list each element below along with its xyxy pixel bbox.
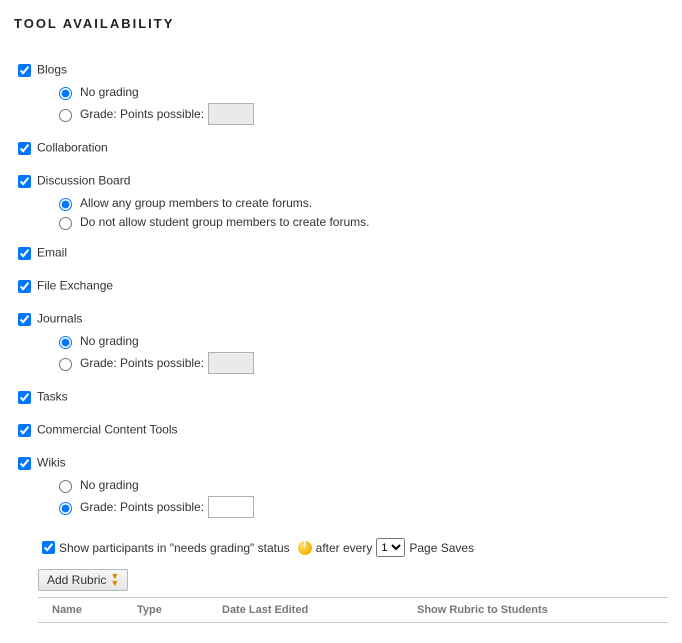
rubric-table-header: Name Type Date Last Edited Show Rubric t…	[38, 602, 668, 622]
tool-checkbox-file_exchange[interactable]	[18, 280, 31, 293]
tool-label-commercial_content_tools: Commercial Content Tools	[37, 423, 178, 437]
tool-label-discussion_board: Discussion Board	[37, 174, 130, 188]
tool-checkbox-wikis[interactable]	[18, 457, 31, 470]
forum-options-discussion_board: Allow any group members to create forums…	[54, 195, 668, 230]
col-date-header: Date Last Edited	[222, 604, 417, 616]
points-input-journals	[208, 352, 254, 374]
tool-checkbox-blogs[interactable]	[18, 64, 31, 77]
tool-row-email: Email	[14, 244, 668, 263]
tool-row-collaboration: Collaboration	[14, 139, 668, 158]
no-grading-label-journals: No grading	[80, 334, 139, 348]
points-input-wikis[interactable]	[208, 496, 254, 518]
tool-checkbox-email[interactable]	[18, 247, 31, 260]
tool-label-tasks: Tasks	[37, 390, 68, 404]
tool-row-tasks: Tasks	[14, 388, 668, 407]
divider	[38, 597, 668, 598]
grade-points-radio-blogs[interactable]	[59, 109, 72, 122]
tool-checkbox-discussion_board[interactable]	[18, 175, 31, 188]
add-rubric-button[interactable]: Add Rubric ▼▼	[38, 569, 128, 591]
points-input-blogs	[208, 103, 254, 125]
tool-label-email: Email	[37, 246, 67, 260]
tool-checkbox-collaboration[interactable]	[18, 142, 31, 155]
needs-grading-text-tail: Page Saves	[409, 541, 474, 555]
tool-label-blogs: Blogs	[37, 63, 67, 77]
tool-row-wikis: Wikis	[14, 454, 668, 473]
forum-allow-radio[interactable]	[59, 198, 72, 211]
col-type-header: Type	[137, 604, 222, 616]
grading-options-journals: No grading Grade: Points possible:	[54, 333, 668, 374]
tool-checkbox-tasks[interactable]	[18, 391, 31, 404]
no-grading-label-blogs: No grading	[80, 85, 139, 99]
rubric-table: Name Type Date Last Edited Show Rubric t…	[38, 597, 668, 623]
tool-row-file_exchange: File Exchange	[14, 277, 668, 296]
grade-points-radio-wikis[interactable]	[59, 502, 72, 515]
tool-row-commercial_content_tools: Commercial Content Tools	[14, 421, 668, 440]
no-grading-radio-journals[interactable]	[59, 336, 72, 349]
needs-grading-text-before: Show participants in "needs grading" sta…	[59, 541, 290, 555]
forum-disallow-radio[interactable]	[59, 217, 72, 230]
add-rubric-label: Add Rubric	[47, 573, 106, 587]
forum-disallow-label: Do not allow student group members to cr…	[80, 215, 369, 229]
tool-row-blogs: Blogs	[14, 61, 668, 80]
needs-grading-row: Show participants in "needs grading" sta…	[38, 538, 668, 557]
tool-label-journals: Journals	[37, 312, 82, 326]
tool-label-collaboration: Collaboration	[37, 141, 108, 155]
grade-points-label-wikis: Grade: Points possible:	[80, 500, 204, 514]
tool-row-journals: Journals	[14, 310, 668, 329]
grade-points-radio-journals[interactable]	[59, 358, 72, 371]
tool-checkbox-journals[interactable]	[18, 313, 31, 326]
tool-row-discussion_board: Discussion Board	[14, 172, 668, 191]
tool-label-file_exchange: File Exchange	[37, 279, 113, 293]
divider	[38, 622, 668, 623]
needs-grading-checkbox[interactable]	[42, 541, 55, 554]
col-name-header: Name	[52, 604, 137, 616]
tool-label-wikis: Wikis	[37, 456, 66, 470]
needs-grading-text-after: after every	[316, 541, 373, 555]
grading-options-blogs: No grading Grade: Points possible:	[54, 84, 668, 125]
no-grading-label-wikis: No grading	[80, 478, 139, 492]
section-title: TOOL AVAILABILITY	[14, 16, 668, 31]
grade-points-label-journals: Grade: Points possible:	[80, 356, 204, 370]
grade-points-label-blogs: Grade: Points possible:	[80, 107, 204, 121]
forum-allow-label: Allow any group members to create forums…	[80, 196, 312, 210]
chevron-down-icon: ▼▼	[110, 573, 119, 587]
tool-checkbox-commercial_content_tools[interactable]	[18, 424, 31, 437]
no-grading-radio-blogs[interactable]	[59, 87, 72, 100]
page-saves-select[interactable]: 1	[376, 538, 405, 557]
grading-options-wikis: No grading Grade: Points possible:	[54, 477, 668, 518]
no-grading-radio-wikis[interactable]	[59, 480, 72, 493]
info-icon	[298, 541, 312, 555]
col-show-header: Show Rubric to Students	[417, 604, 668, 616]
